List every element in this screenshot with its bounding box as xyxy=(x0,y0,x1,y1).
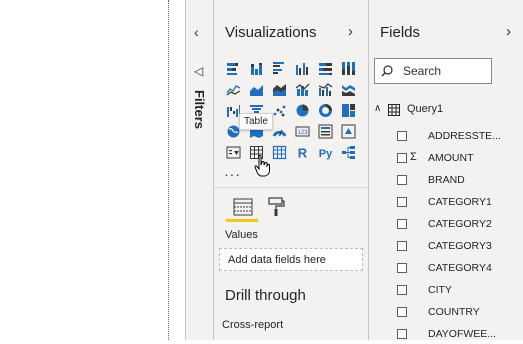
line-and-stacked-column-icon[interactable] xyxy=(291,80,314,100)
build-visual-tab-icon[interactable] xyxy=(230,196,256,220)
drill-through-title: Drill through xyxy=(225,287,306,304)
field-name: CATEGORY4 xyxy=(428,262,492,274)
visual-gallery: 123 R Py xyxy=(222,58,362,163)
field-checkbox[interactable] xyxy=(397,131,407,141)
donut-chart-icon[interactable] xyxy=(314,101,337,121)
field-name: AMOUNT xyxy=(428,152,474,164)
line-chart-icon[interactable] xyxy=(222,80,245,100)
query-name: Query1 xyxy=(407,103,444,115)
chevron-up-icon[interactable]: ∧ xyxy=(374,103,381,114)
field-name: DAYOFWEE... xyxy=(428,328,497,340)
tooltip: Table xyxy=(239,113,273,130)
r-script-visual-icon[interactable]: R xyxy=(291,143,314,163)
field-name: CATEGORY2 xyxy=(428,218,492,230)
search-icon xyxy=(381,65,393,77)
field-checkbox[interactable] xyxy=(397,307,407,317)
field-checkbox[interactable] xyxy=(397,153,407,163)
svg-text:123: 123 xyxy=(297,130,308,136)
cross-report-label: Cross-report xyxy=(222,319,284,331)
stacked-area-chart-icon[interactable] xyxy=(268,80,291,100)
expand-visualizations-icon[interactable]: › xyxy=(348,23,353,40)
field-name: ADDRESSTE... xyxy=(428,130,501,142)
canvas-margin xyxy=(169,0,185,340)
clustered-bar-chart-icon[interactable] xyxy=(268,59,291,79)
field-checkbox[interactable] xyxy=(397,329,407,339)
search-placeholder: Search xyxy=(403,64,442,78)
svg-text:Py: Py xyxy=(319,148,333,160)
field-name: COUNTRY xyxy=(428,306,480,318)
field-checkbox[interactable] xyxy=(397,285,407,295)
active-tab-indicator xyxy=(226,219,258,222)
kpi-icon[interactable] xyxy=(337,122,360,142)
field-checkbox[interactable] xyxy=(397,175,407,185)
pie-chart-icon[interactable] xyxy=(291,101,314,121)
add-data-fields-well[interactable]: Add data fields here xyxy=(219,248,363,271)
field-name: BRAND xyxy=(428,174,465,186)
visualizations-pane: Visualizations › 123 R Py ··· Table Values… xyxy=(213,0,369,340)
visualizations-title: Visualizations xyxy=(225,24,317,41)
section-divider xyxy=(214,187,369,188)
sigma-icon: Σ xyxy=(410,151,417,163)
visual-gallery-row xyxy=(222,79,362,100)
search-input[interactable]: Search xyxy=(374,58,492,84)
key-influencers-icon[interactable] xyxy=(337,143,360,163)
field-name: CITY xyxy=(428,284,452,296)
visual-gallery-row: R Py xyxy=(222,142,362,163)
report-canvas[interactable] xyxy=(0,0,168,340)
card-icon[interactable]: 123 xyxy=(291,122,314,142)
hand-cursor-icon xyxy=(254,155,270,177)
field-checkbox[interactable] xyxy=(397,263,407,273)
python-visual-icon[interactable]: Py xyxy=(314,143,337,163)
field-checkbox[interactable] xyxy=(397,219,407,229)
values-label: Values xyxy=(225,229,258,241)
fields-pane: Fields › Search ∧ Query1 ADDRESSTE... Σ AM… xyxy=(368,0,523,340)
paint-roller-icon[interactable] xyxy=(266,196,286,218)
field-name: CATEGORY3 xyxy=(428,240,492,252)
ribbon-chart-icon[interactable] xyxy=(337,80,360,100)
field-checkbox[interactable] xyxy=(397,241,407,251)
treemap-icon[interactable] xyxy=(337,101,360,121)
table-icon xyxy=(388,104,400,116)
line-and-clustered-column-icon[interactable] xyxy=(314,80,337,100)
area-chart-icon[interactable] xyxy=(245,80,268,100)
expand-fields-icon[interactable]: › xyxy=(506,23,511,40)
stacked-column-chart-icon[interactable] xyxy=(245,59,268,79)
svg-text:R: R xyxy=(298,146,308,161)
clustered-column-chart-icon[interactable] xyxy=(291,59,314,79)
collapse-filters-icon[interactable]: ‹ xyxy=(194,24,199,40)
slicer-icon[interactable] xyxy=(222,143,245,163)
filters-label[interactable]: Filters xyxy=(192,90,207,129)
multi-row-card-icon[interactable] xyxy=(314,122,337,142)
visual-gallery-row xyxy=(222,58,362,79)
field-name: CATEGORY1 xyxy=(428,196,492,208)
field-checkbox[interactable] xyxy=(397,197,407,207)
fields-title: Fields xyxy=(380,24,421,41)
stacked-bar-chart-icon[interactable] xyxy=(222,59,245,79)
100-stacked-column-chart-icon[interactable] xyxy=(337,59,360,79)
more-visuals-button[interactable]: ··· xyxy=(224,166,241,182)
filters-pane[interactable]: ‹ ◁ Filters xyxy=(185,0,214,340)
100-stacked-bar-chart-icon[interactable] xyxy=(314,59,337,79)
funnel-icon: ◁ xyxy=(194,64,204,78)
